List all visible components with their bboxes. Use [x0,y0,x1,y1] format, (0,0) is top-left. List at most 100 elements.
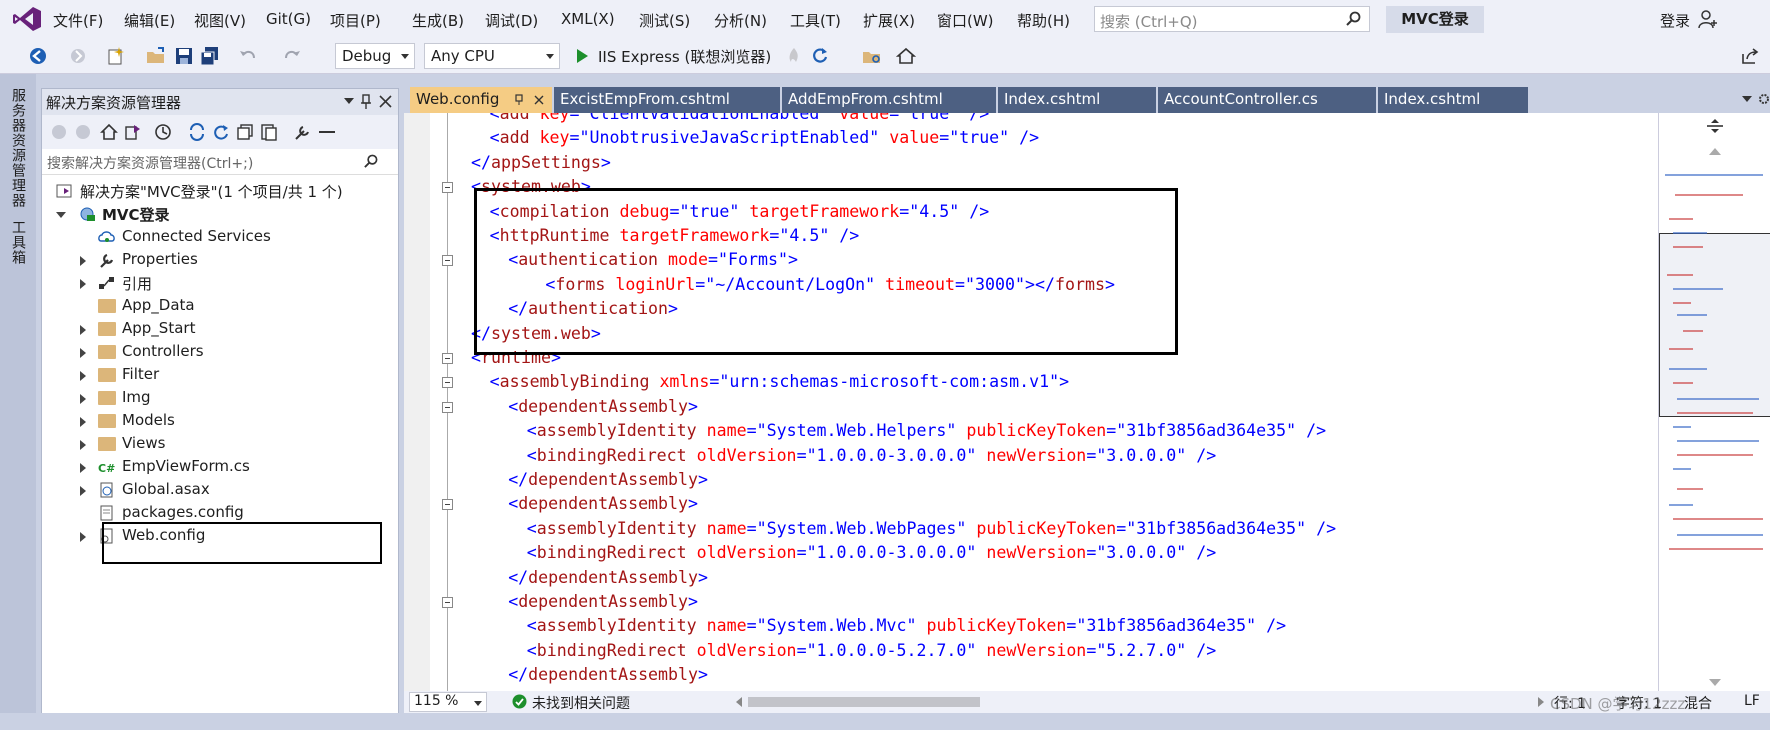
code-line[interactable]: <dependentAssembly> [508,492,698,516]
code-line[interactable]: <bindingRedirect oldVersion="1.0.0.0-5.2… [527,639,1216,663]
tab-web-config[interactable]: Web.config [410,87,552,113]
menu-help[interactable]: 帮助(H) [1017,10,1070,31]
fold-toggle-icon[interactable] [442,377,453,389]
scroll-right-icon[interactable] [1538,697,1544,707]
menu-edit[interactable]: 编辑(E) [124,10,175,31]
back-icon[interactable] [28,46,48,66]
close-icon[interactable] [534,95,544,105]
expand-arrow-icon[interactable] [80,463,86,473]
menu-xml[interactable]: XML(X) [561,10,615,28]
back-icon[interactable] [50,123,68,141]
configuration-dropdown[interactable]: Debug [335,43,415,69]
share-icon[interactable] [1740,46,1760,66]
collapse-arrow-icon[interactable] [56,212,66,218]
sign-in-link[interactable]: 登录 [1660,10,1690,31]
code-line[interactable]: <bindingRedirect oldVersion="1.0.0.0-3.0… [527,541,1216,565]
code-line[interactable]: <add key="ClientValidationEnabled" value… [490,113,990,126]
save-icon[interactable] [174,46,194,66]
new-project-icon[interactable] [106,46,126,66]
vertical-scrollbar-map[interactable] [1658,113,1770,691]
tab-list-dropdown-icon[interactable] [1742,96,1752,103]
fold-toggle-icon[interactable] [442,499,453,511]
menu-debug[interactable]: 调试(D) [485,10,538,31]
tab-index-2[interactable]: Index.cshtml [1378,87,1528,113]
settings-icon[interactable] [1758,92,1770,106]
pin-icon[interactable] [514,94,524,106]
issues-status[interactable]: 未找到相关问题 [532,693,630,713]
menu-file[interactable]: 文件(F) [53,10,103,31]
expand-arrow-icon[interactable] [80,394,86,404]
code-line[interactable]: </dependentAssembly> [508,566,708,590]
tab-addempfrom[interactable]: AddEmpFrom.cshtml [782,87,996,113]
fold-toggle-icon[interactable] [442,401,453,413]
menu-window[interactable]: 窗口(W) [937,10,994,31]
expand-arrow-icon[interactable] [80,371,86,381]
horizontal-scroll-thumb[interactable] [748,697,980,707]
tab-index[interactable]: Index.cshtml [998,87,1156,113]
collapse-all-icon[interactable] [236,123,254,141]
fold-toggle-icon[interactable] [442,353,453,364]
properties-wrench-icon[interactable] [294,123,312,141]
code-line[interactable]: <assemblyIdentity name="System.Web.Mvc" … [527,614,1286,638]
zoom-dropdown[interactable]: 115 % [409,692,487,712]
fold-toggle-icon[interactable] [442,182,453,194]
mixed-indicator[interactable]: 混合 [1684,693,1712,713]
code-line[interactable]: <dependentAssembly> [508,395,698,419]
open-folder-icon[interactable] [146,46,166,66]
menu-project[interactable]: 项目(P) [330,10,381,31]
expand-arrow-icon[interactable] [80,256,86,266]
menu-extensions[interactable]: 扩展(X) [863,10,915,31]
search-input[interactable]: 搜索 (Ctrl+Q) [1094,6,1370,32]
tab-excistempfrom[interactable]: ExcistEmpFrom.cshtml [554,87,780,113]
redo-icon[interactable] [282,46,302,66]
scroll-up-icon[interactable] [1709,147,1721,155]
expand-arrow-icon[interactable] [80,440,86,450]
tab-accountcontroller[interactable]: AccountController.cs [1158,87,1376,113]
code-line[interactable]: <assemblyIdentity name="System.Web.Helpe… [527,419,1326,443]
dropdown-icon[interactable] [344,98,354,105]
solution-search-input[interactable]: 搜索解决方案资源管理器(Ctrl+;) [42,149,398,175]
browse-folder-icon[interactable] [862,46,882,66]
code-line[interactable]: <dependentAssembly> [508,590,698,614]
menu-tools[interactable]: 工具(T) [790,10,841,31]
close-icon[interactable] [379,95,392,108]
expand-arrow-icon[interactable] [80,325,86,335]
platform-dropdown[interactable]: Any CPU [424,43,560,69]
scroll-left-icon[interactable] [736,697,742,707]
expand-arrow-icon[interactable] [80,348,86,358]
pin-icon[interactable] [360,94,372,110]
save-all-icon[interactable] [200,46,220,66]
show-all-files-icon[interactable] [260,123,278,141]
code-line[interactable]: </appSettings> [471,151,611,175]
home-icon[interactable] [100,123,118,141]
refresh-icon[interactable] [212,123,230,141]
hot-reload-icon[interactable] [784,46,804,66]
code-line[interactable]: </dependentAssembly> [508,468,708,492]
scroll-down-icon[interactable] [1709,679,1721,687]
switch-views-icon[interactable] [124,123,142,141]
menu-git[interactable]: Git(G) [266,10,311,28]
split-icon[interactable] [1706,119,1724,133]
refresh-icon[interactable] [810,46,830,66]
pending-changes-icon[interactable] [154,123,172,141]
expand-arrow-icon[interactable] [80,486,86,496]
run-target-button[interactable]: IIS Express (联想浏览器) [598,46,771,67]
code-line[interactable]: <add key="UnobtrusiveJavaScriptEnabled" … [490,126,1040,150]
fold-toggle-icon[interactable] [442,255,453,267]
toolbox-tab[interactable]: 工具箱 [8,220,28,265]
forward-icon[interactable] [68,46,88,66]
fold-toggle-icon[interactable] [442,597,453,608]
code-line[interactable]: </dependentAssembly> [508,663,708,687]
home-icon[interactable] [896,46,916,66]
server-explorer-tab[interactable]: 服务器资源管理器 [8,88,28,208]
forward-icon[interactable] [74,123,92,141]
expand-arrow-icon[interactable] [80,279,86,289]
code-line[interactable]: <bindingRedirect oldVersion="1.0.0.0-3.0… [527,444,1216,468]
code-line[interactable]: <assemblyBinding xmlns="urn:schemas-micr… [490,370,1069,394]
eol-indicator[interactable]: LF [1744,693,1760,709]
undo-icon[interactable] [238,46,258,66]
code-line[interactable]: <assemblyIdentity name="System.Web.WebPa… [527,517,1336,541]
menu-test[interactable]: 测试(S) [639,10,690,31]
expand-arrow-icon[interactable] [80,532,86,542]
menu-build[interactable]: 生成(B) [412,10,464,31]
